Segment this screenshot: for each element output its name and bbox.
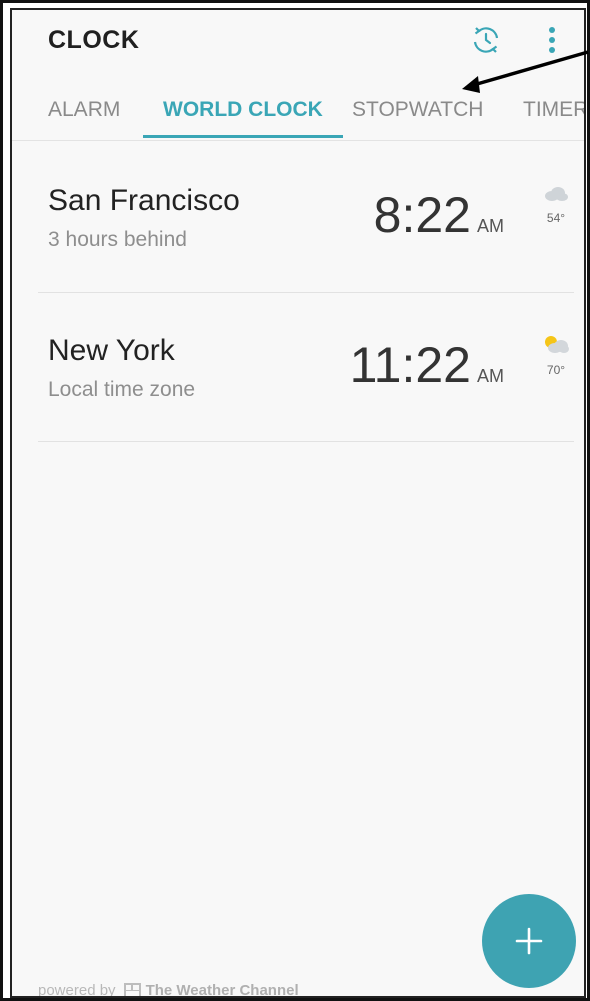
partly-sunny-icon [545, 336, 569, 353]
tab-stopwatch[interactable]: STOPWATCH [352, 90, 483, 140]
weather-info: 70° [536, 334, 576, 377]
app-title: CLOCK [48, 26, 140, 54]
city-row-new-york[interactable]: New York Local time zone 11:22 AM 70° [38, 296, 576, 446]
tab-timer[interactable]: TIMER [523, 90, 584, 140]
city-time: 11:22 AM [350, 336, 504, 394]
add-city-button[interactable] [482, 894, 576, 988]
row-divider [38, 441, 574, 442]
time-ampm: AM [477, 216, 504, 236]
tab-alarm[interactable]: ALARM [48, 90, 120, 140]
time-value: 11:22 [349, 337, 471, 393]
more-options-button[interactable] [540, 22, 564, 58]
city-time-offset: Local time zone [48, 378, 196, 401]
weather-channel-logo-icon [123, 983, 141, 996]
city-time-offset: 3 hours behind [48, 228, 187, 251]
cloudy-icon [545, 187, 568, 201]
city-name: New York [48, 334, 175, 367]
row-divider [38, 292, 574, 293]
city-name: San Francisco [48, 184, 240, 217]
attribution-brand: The Weather Channel [145, 982, 299, 998]
weather-info: 54° [536, 184, 576, 225]
time-ampm: AM [477, 366, 504, 386]
attribution-prefix: powered by [38, 982, 116, 998]
plus-icon [515, 927, 543, 955]
tab-bar: ALARM WORLD CLOCK STOPWATCH TIMER [12, 90, 584, 140]
temperature: 54° [546, 211, 566, 225]
time-value: 8:22 [373, 187, 471, 243]
sync-clock-icon [473, 27, 499, 53]
city-row-san-francisco[interactable]: San Francisco 3 hours behind 8:22 AM 54° [38, 146, 576, 296]
city-time: 8:22 AM [374, 186, 504, 244]
more-vert-icon [549, 27, 555, 53]
clock-app-screen: CLOCK ALARM WORLD CLOCK STOPWATCH TIMER … [10, 8, 586, 998]
tabs-divider [12, 140, 584, 141]
tab-world-clock[interactable]: WORLD CLOCK [143, 90, 343, 140]
weather-attribution: powered by The Weather Channel [38, 982, 299, 998]
temperature: 70° [546, 363, 566, 377]
sync-button[interactable] [468, 22, 504, 58]
